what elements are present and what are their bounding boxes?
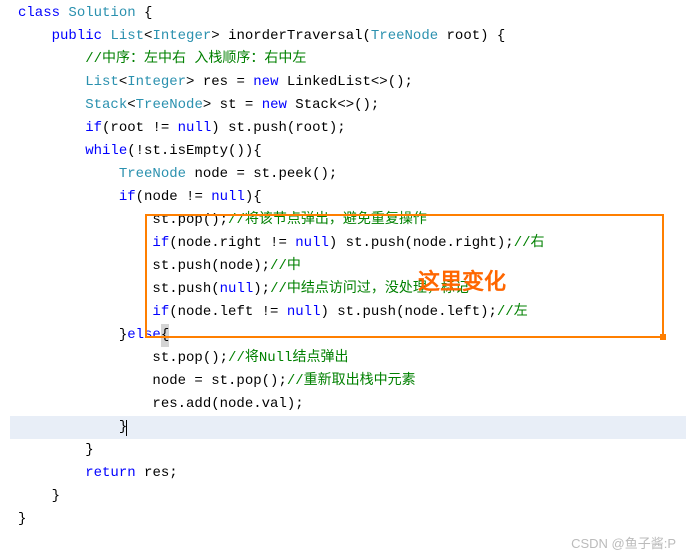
type: Solution <box>68 2 135 25</box>
code-line: if(root != null) st.push(root); <box>10 117 686 140</box>
code-line: node = st.pop();//重新取出栈中元素 <box>10 370 686 393</box>
code-line: if(node.right != null) st.push(node.righ… <box>10 232 686 255</box>
code-line: //中序：左中右 入栈顺序：右中左 <box>10 48 686 71</box>
code-line: st.pop();//将Null结点弹出 <box>10 347 686 370</box>
text-cursor <box>126 420 127 436</box>
watermark: CSDN @鱼子酱:P <box>571 533 676 552</box>
code-line: Stack<TreeNode> st = new Stack<>(); <box>10 94 686 117</box>
keyword: class <box>18 2 60 25</box>
code-line: TreeNode node = st.peek(); <box>10 163 686 186</box>
code-line: } <box>10 508 686 531</box>
code-line: return res; <box>10 462 686 485</box>
code-block: class Solution { public List<Integer> in… <box>0 0 686 531</box>
code-line: if(node.left != null) st.push(node.left)… <box>10 301 686 324</box>
code-line: st.push(null);//中结点访问过，没处理，标记 <box>10 278 686 301</box>
keyword: public <box>52 25 102 48</box>
code-line: } <box>10 416 686 439</box>
code-line: public List<Integer> inorderTraversal(Tr… <box>10 25 686 48</box>
comment: //中序：左中右 入栈顺序：右中左 <box>85 48 306 71</box>
code-line: st.push(node);//中 <box>10 255 686 278</box>
code-line: if(node != null){ <box>10 186 686 209</box>
code-line: } <box>10 439 686 462</box>
code-line: st.pop();//将该节点弹出，避免重复操作 <box>10 209 686 232</box>
code-line: while(!st.isEmpty()){ <box>10 140 686 163</box>
code-line: class Solution { <box>10 2 686 25</box>
code-line: res.add(node.val); <box>10 393 686 416</box>
code-line: }else{ <box>10 324 686 347</box>
code-line: } <box>10 485 686 508</box>
code-line: List<Integer> res = new LinkedList<>(); <box>10 71 686 94</box>
